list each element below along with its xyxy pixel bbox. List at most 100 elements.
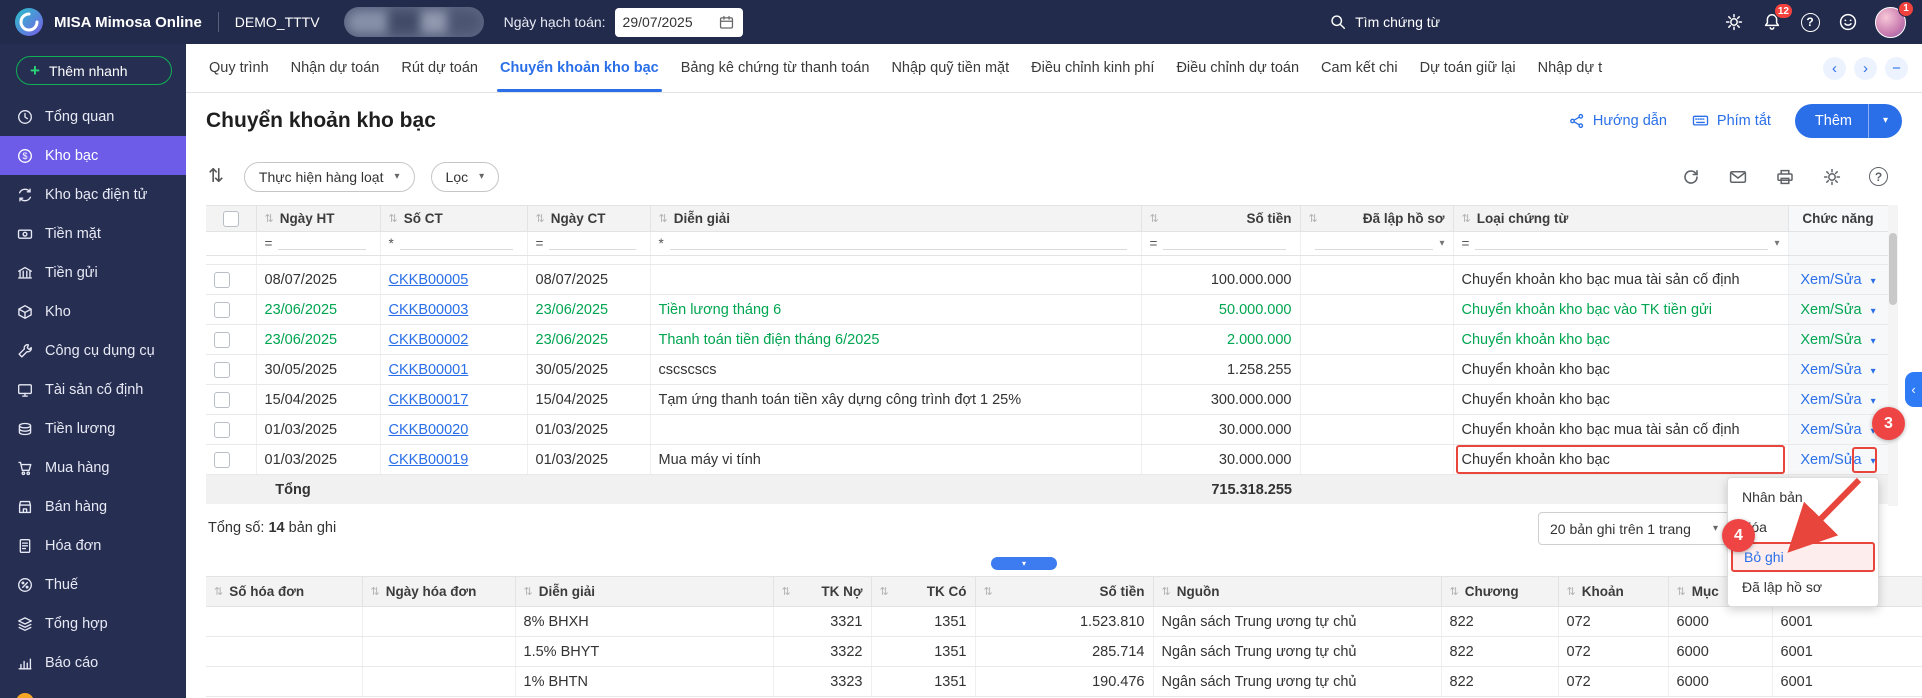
batch-actions-button[interactable]: Thực hiện hàng loạt ▾ xyxy=(244,162,415,192)
sidebar-item-mua-hang[interactable]: Mua hàng xyxy=(0,448,186,487)
sidebar-item-tong-quan[interactable]: Tổng quan xyxy=(0,97,186,136)
voucher-row[interactable]: 01/03/2025 CKKB00020 01/03/2025 30.000.0… xyxy=(206,415,1888,445)
row-checkbox[interactable] xyxy=(214,422,230,438)
tab-bang-ke-chung-tu[interactable]: Bảng kê chứng từ thanh toán xyxy=(670,44,881,92)
detail-row[interactable]: 1% BHTN 3323 1351 190.476 Ngân sách Trun… xyxy=(206,667,1922,697)
help-button[interactable]: ? xyxy=(1798,10,1822,34)
tab-scroll-right-button[interactable]: › xyxy=(1854,57,1877,80)
tab-chuyen-khoan-kho-bac[interactable]: Chuyển khoản kho bạc xyxy=(489,44,670,92)
filter-so-ct[interactable]: * xyxy=(380,232,527,256)
sidebar-item-tai-san-co-dinh[interactable]: Tài sản cố định xyxy=(0,370,186,409)
tab-nhap-du-toan-cut[interactable]: Nhập dự t xyxy=(1527,44,1614,92)
sidebar-item-tien-gui[interactable]: Tiền gửi xyxy=(0,253,186,292)
row-menu-caret[interactable]: ▾ xyxy=(1871,336,1876,347)
guide-link[interactable]: Hướng dẫn xyxy=(1568,112,1667,130)
masked-button[interactable] xyxy=(344,7,484,37)
filter-dien-giai[interactable]: * xyxy=(650,232,1141,256)
voucher-link[interactable]: CKKB00020 xyxy=(389,422,469,438)
voucher-row-selected[interactable]: 01/03/2025 CKKB00019 01/03/2025 Mua máy … xyxy=(206,445,1888,475)
sidebar-item-thue[interactable]: Thuế xyxy=(0,565,186,604)
col-chuong[interactable]: ⇅Chương xyxy=(1441,577,1558,607)
voucher-link[interactable]: CKKB00001 xyxy=(389,362,469,378)
gear-icon[interactable] xyxy=(1822,167,1842,187)
tab-scroll-left-button[interactable]: ‹ xyxy=(1823,57,1846,80)
sidebar-item-kho-bac-dien-tu[interactable]: Kho bạc điện tử xyxy=(0,175,186,214)
voucher-row[interactable]: 23/06/2025 CKKB00002 23/06/2025 Thanh to… xyxy=(206,325,1888,355)
sidebar-item-hoa-don[interactable]: Hóa đơn xyxy=(0,526,186,565)
filter-ngay-ct[interactable]: = xyxy=(527,232,650,256)
tab-dieu-chinh-kinh-phi[interactable]: Điều chỉnh kinh phí xyxy=(1020,44,1165,92)
col-so-tien[interactable]: ⇅Số tiền xyxy=(1141,206,1300,232)
sidebar-item-bao-cao[interactable]: Báo cáo xyxy=(0,643,186,682)
email-icon[interactable] xyxy=(1728,167,1748,187)
voucher-link[interactable]: CKKB00002 xyxy=(389,332,469,348)
col-khoan[interactable]: ⇅Khoản xyxy=(1558,577,1668,607)
row-menu-caret[interactable]: ▾ xyxy=(1871,306,1876,317)
add-dropdown-button[interactable]: ▾ xyxy=(1868,104,1902,138)
row-checkbox[interactable] xyxy=(214,332,230,348)
row-menu-caret[interactable]: ▾ xyxy=(1871,276,1876,287)
notifications-button[interactable]: 12 xyxy=(1760,10,1784,34)
row-checkbox[interactable] xyxy=(214,452,230,468)
voucher-link[interactable]: CKKB00017 xyxy=(389,392,469,408)
help-icon[interactable]: ? xyxy=(1869,167,1888,186)
menu-item-bo-ghi[interactable]: Bỏ ghi xyxy=(1731,542,1875,572)
voucher-row[interactable]: 08/07/2025 CKKB00005 08/07/2025 100.000.… xyxy=(206,265,1888,295)
col-so-tien[interactable]: ⇅Số tiền xyxy=(975,577,1153,607)
voucher-row[interactable]: 15/04/2025 CKKB00017 15/04/2025 Tạm ứng … xyxy=(206,385,1888,415)
sidebar-item-ban-hang[interactable]: Bán hàng xyxy=(0,487,186,526)
refresh-icon[interactable] xyxy=(1681,167,1701,187)
view-edit-button[interactable]: Xem/Sửa xyxy=(1800,272,1861,288)
assistant-button[interactable] xyxy=(1836,10,1860,34)
shortcuts-link[interactable]: Phím tắt xyxy=(1691,111,1771,130)
posting-date-input[interactable]: 29/07/2025 xyxy=(615,8,743,37)
panel-expand-handle[interactable]: ‹ xyxy=(1905,372,1922,407)
col-da-lap-ho-so[interactable]: ⇅Đã lập hồ sơ xyxy=(1300,206,1453,232)
select-all-checkbox[interactable] xyxy=(223,211,239,227)
tab-dieu-chinh-du-toan[interactable]: Điều chỉnh dự toán xyxy=(1165,44,1310,92)
row-menu-caret-open[interactable]: ▾ xyxy=(1871,456,1876,467)
sidebar-item-cong-cu-dung-cu[interactable]: Công cụ dụng cụ xyxy=(0,331,186,370)
sidebar-item-kho-bac[interactable]: $ Kho bạc xyxy=(0,136,186,175)
col-ngay-hoa-don[interactable]: ⇅Ngày hóa đơn xyxy=(362,577,515,607)
avatar[interactable]: 1 xyxy=(1875,7,1906,38)
col-loai-chung-tu[interactable]: ⇅Loại chứng từ xyxy=(1453,206,1788,232)
view-edit-button[interactable]: Xem/Sửa xyxy=(1800,452,1861,468)
detail-row[interactable]: 8% BHXH 3321 1351 1.523.810 Ngân sách Tr… xyxy=(206,607,1922,637)
voucher-row[interactable]: 23/06/2025 CKKB00003 23/06/2025 Tiền lươ… xyxy=(206,295,1888,325)
filter-so-tien[interactable]: = xyxy=(1141,232,1300,256)
sidebar-item-tien-mat[interactable]: Tiền mặt xyxy=(0,214,186,253)
menu-item-da-lap-ho-so[interactable]: Đã lập hồ sơ xyxy=(1728,572,1878,602)
voucher-link[interactable]: CKKB00003 xyxy=(389,302,469,318)
view-edit-button[interactable]: Xem/Sửa xyxy=(1800,392,1861,408)
col-tk-no[interactable]: ⇅TK Nợ xyxy=(773,577,871,607)
row-menu-caret[interactable]: ▾ xyxy=(1871,366,1876,377)
tab-rut-du-toan[interactable]: Rút dự toán xyxy=(390,44,489,92)
col-ngay-ct[interactable]: ⇅Ngày CT xyxy=(527,206,650,232)
page-size-selector[interactable]: 20 bản ghi trên 1 trang ▾ xyxy=(1538,512,1730,545)
print-icon[interactable] xyxy=(1775,167,1795,187)
scrollbar-thumb[interactable] xyxy=(1889,233,1897,305)
col-select[interactable] xyxy=(206,206,256,232)
tab-collapse-button[interactable]: − xyxy=(1885,57,1908,80)
tab-du-toan-giu-lai[interactable]: Dự toán giữ lại xyxy=(1409,44,1527,92)
find-voucher-button[interactable]: Tìm chứng từ xyxy=(1329,13,1440,31)
view-edit-button[interactable]: Xem/Sửa xyxy=(1800,422,1861,438)
settings-button[interactable] xyxy=(1722,10,1746,34)
quick-add-button[interactable]: + Thêm nhanh xyxy=(16,56,172,85)
col-so-hoa-don[interactable]: ⇅Số hóa đơn xyxy=(206,577,362,607)
row-checkbox[interactable] xyxy=(214,302,230,318)
filter-button[interactable]: Lọc ▾ xyxy=(431,162,500,192)
calendar-icon[interactable] xyxy=(718,14,735,31)
sidebar-item-kho[interactable]: Kho xyxy=(0,292,186,331)
tab-nhap-quy-tien-mat[interactable]: Nhập quỹ tiền mặt xyxy=(880,44,1020,92)
row-menu-caret[interactable]: ▾ xyxy=(1871,396,1876,407)
col-ngay-ht[interactable]: ⇅Ngày HT xyxy=(256,206,380,232)
sort-toggle-icon[interactable]: ⇅ xyxy=(208,165,224,188)
voucher-link[interactable]: CKKB00019 xyxy=(389,452,469,468)
menu-item-nhan-ban[interactable]: Nhân bản xyxy=(1728,482,1878,512)
row-checkbox[interactable] xyxy=(214,272,230,288)
row-checkbox[interactable] xyxy=(214,392,230,408)
filter-ngay-ht[interactable]: = xyxy=(256,232,380,256)
view-edit-button[interactable]: Xem/Sửa xyxy=(1800,332,1861,348)
